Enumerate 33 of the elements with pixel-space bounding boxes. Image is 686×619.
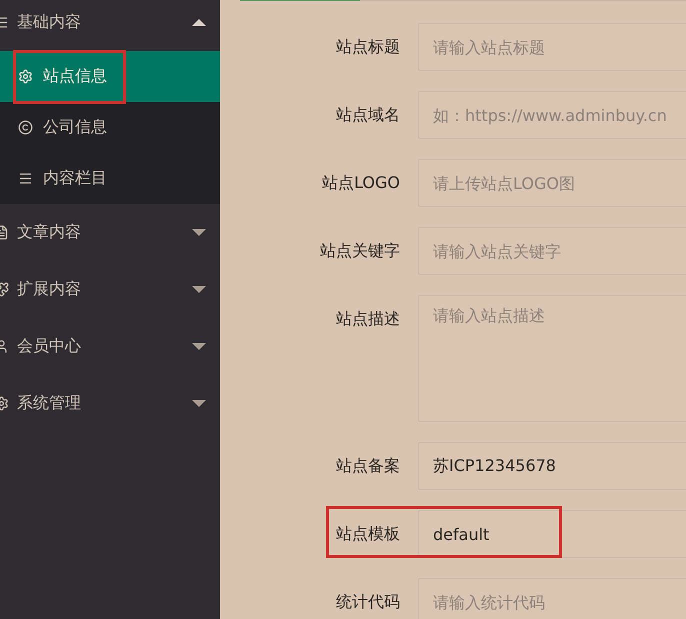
copyright-icon <box>18 120 33 135</box>
menu-item[interactable]: 站点信息 <box>0 51 220 102</box>
input-field[interactable]: 请上传站点LOGO图 <box>418 159 686 207</box>
caret-icon <box>192 19 206 26</box>
menu-group[interactable]: 会员中心 <box>0 318 220 375</box>
input-field[interactable]: 请输入站点标题 <box>418 23 686 71</box>
menu-group[interactable]: 文章内容 <box>0 204 220 261</box>
text-area[interactable]: 请输入站点描述 <box>418 295 686 422</box>
field-label: 站点标题 <box>335 36 400 58</box>
menu-group[interactable]: 扩展内容 <box>0 261 220 318</box>
menu-item[interactable]: 公司信息 <box>0 102 220 153</box>
caret-icon <box>192 286 206 293</box>
input-field[interactable]: 请输入站点关键字 <box>418 227 686 275</box>
field-label: 统计代码 <box>335 591 400 613</box>
menu-group[interactable]: 基础内容 <box>0 0 220 51</box>
field-label: 站点描述 <box>335 308 400 330</box>
field-label: 站点关键字 <box>319 240 400 262</box>
caret-icon <box>192 343 206 350</box>
input-field[interactable]: 请输入统计代码 <box>418 578 686 619</box>
field-label: 站点模板 <box>335 523 400 545</box>
menu-group[interactable]: 系统管理 <box>0 375 220 432</box>
input-field[interactable]: 如：https://www.adminbuy.cn <box>418 91 686 139</box>
field-label: 站点LOGO <box>321 172 400 194</box>
menu-item[interactable]: 内容栏目 <box>0 153 220 204</box>
menu-icon <box>18 171 33 186</box>
field-label: 站点域名 <box>335 104 400 126</box>
input-field[interactable]: default <box>418 510 686 558</box>
highlight-frame: 站点信息 <box>16 52 123 100</box>
caret-icon <box>192 229 206 236</box>
gear-icon <box>18 69 33 84</box>
field-label: 站点备案 <box>335 455 400 477</box>
caret-icon <box>192 400 206 407</box>
input-field[interactable]: 苏ICP12345678 <box>418 442 686 490</box>
